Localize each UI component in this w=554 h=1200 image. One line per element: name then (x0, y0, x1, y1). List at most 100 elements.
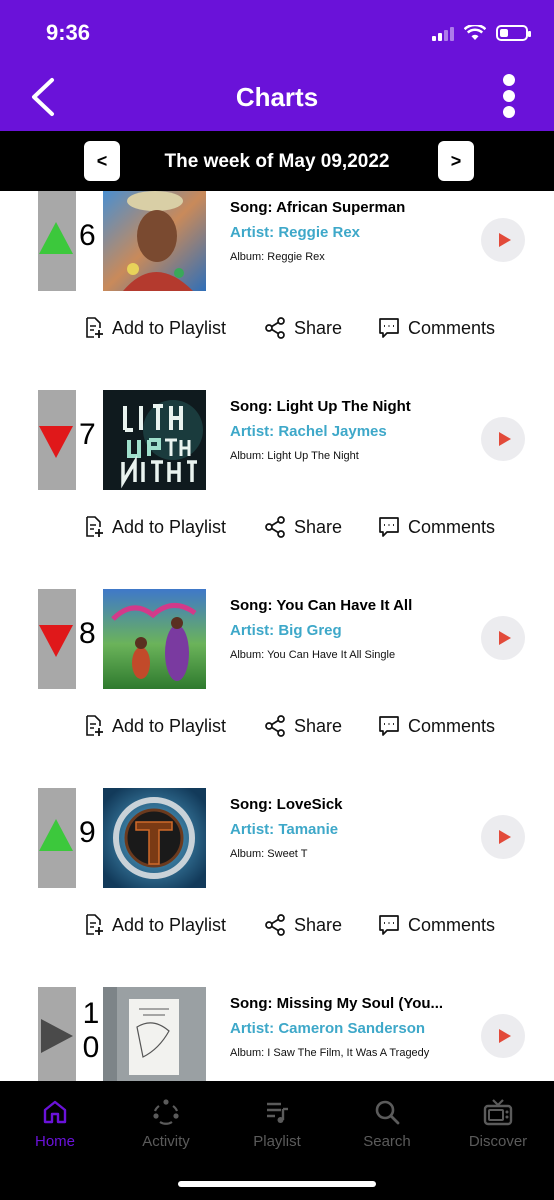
comments-button[interactable]: Comments (378, 914, 495, 936)
song-title: Song: Light Up The Night (230, 398, 411, 415)
trend-same-icon (41, 1019, 73, 1053)
song-title: Song: African Superman (230, 199, 406, 216)
artist-link[interactable]: Artist: Reggie Rex (230, 224, 360, 241)
comments-label: Comments (408, 914, 496, 935)
play-button[interactable] (481, 616, 525, 660)
song-title: Song: LoveSick (230, 796, 343, 813)
add-to-playlist-icon (86, 715, 103, 736)
share-icon (265, 914, 285, 936)
status-time: 9:36 (46, 20, 91, 45)
album-art[interactable] (103, 191, 206, 291)
rank-number: 10 (82, 997, 100, 1064)
rank-indicator (38, 390, 76, 490)
comments-label: Comments (408, 317, 496, 338)
home-icon (43, 1100, 67, 1124)
share-button[interactable]: Share (264, 914, 342, 936)
share-label: Share (294, 715, 343, 736)
page-title: Charts (235, 82, 319, 112)
comments-button[interactable]: Comments (378, 516, 495, 538)
search-icon (375, 1100, 400, 1125)
share-button[interactable]: Share (264, 516, 342, 538)
tab-search[interactable]: Search (337, 1097, 437, 1150)
add-to-playlist-button[interactable]: Add to Playlist (84, 715, 226, 737)
cellular-signal-icon (432, 25, 454, 41)
wifi-icon (464, 25, 486, 40)
home-indicator (178, 1181, 376, 1187)
item-actions: Add to Playlist Share Comments (0, 914, 554, 938)
trend-down-icon (39, 426, 73, 458)
song-title: Song: Missing My Soul (You... (230, 995, 444, 1012)
rank-indicator (38, 191, 76, 291)
battery-icon (496, 25, 531, 41)
comments-label: Comments (408, 715, 496, 736)
album-art[interactable] (103, 390, 206, 490)
play-button[interactable] (481, 815, 525, 859)
trend-up-icon (39, 819, 73, 851)
share-button[interactable]: Share (264, 715, 342, 737)
rank-number: 7 (79, 418, 96, 451)
comments-button[interactable]: Comments (378, 715, 495, 737)
comments-icon (379, 318, 399, 338)
trend-down-icon (39, 625, 73, 657)
artist-link[interactable]: Artist: Tamanie (230, 821, 338, 838)
tab-home[interactable]: Home (5, 1097, 105, 1150)
album-art[interactable] (103, 589, 206, 689)
add-to-playlist-icon (86, 317, 103, 338)
play-button[interactable] (481, 417, 525, 461)
chart-list[interactable]: 6 Song: African Superman Artist: Reggie … (0, 191, 554, 1081)
more-options-button[interactable] (496, 74, 522, 118)
song-title: Song: You Can Have It All (230, 597, 413, 614)
rank-number: 6 (79, 219, 96, 252)
album-art[interactable] (103, 987, 206, 1081)
chart-item: 10 Song: Missing My Soul (You... Artist:… (0, 987, 554, 1081)
add-to-playlist-icon (86, 914, 103, 935)
tab-activity[interactable]: Activity (116, 1097, 216, 1150)
tab-discover[interactable]: Discover (448, 1097, 548, 1150)
album-name: Album: I Saw The Film, It Was A Tragedy (230, 1047, 430, 1059)
tab-search-label: Search (363, 1133, 411, 1150)
add-to-playlist-label: Add to Playlist (112, 914, 227, 935)
comments-label: Comments (408, 516, 496, 537)
share-icon (265, 715, 285, 737)
album-art[interactable] (103, 788, 206, 888)
comments-icon (379, 915, 399, 935)
add-to-playlist-button[interactable]: Add to Playlist (84, 317, 226, 339)
album-name: Album: Sweet T (230, 848, 308, 860)
add-to-playlist-label: Add to Playlist (112, 715, 227, 736)
item-actions: Add to Playlist Share Comments (0, 317, 554, 341)
add-to-playlist-icon (86, 516, 103, 537)
add-to-playlist-button[interactable]: Add to Playlist (84, 516, 226, 538)
item-actions: Add to Playlist Share Comments (0, 516, 554, 540)
comments-icon (379, 517, 399, 537)
tab-playlist[interactable]: Playlist (227, 1097, 327, 1150)
add-to-playlist-label: Add to Playlist (112, 317, 227, 338)
artist-link[interactable]: Artist: Big Greg (230, 622, 342, 639)
chart-item: 8 Song: You Can Have It All Artist: Big … (0, 589, 554, 789)
tab-discover-label: Discover (468, 1133, 528, 1150)
week-selector: < The week of May 09,2022 > (0, 131, 554, 191)
comments-button[interactable]: Comments (378, 317, 495, 339)
album-name: Album: Reggie Rex (230, 251, 325, 263)
next-week-button[interactable]: > (438, 141, 474, 181)
trend-up-icon (39, 222, 73, 254)
chart-item: 9 Song: LoveSick Artist: Tamanie Album: … (0, 788, 554, 988)
share-icon (265, 317, 285, 339)
activity-icon (153, 1099, 179, 1125)
artist-link[interactable]: Artist: Cameron Sanderson (230, 1020, 425, 1037)
artist-link[interactable]: Artist: Rachel Jaymes (230, 423, 387, 440)
status-icons (432, 22, 531, 44)
play-button[interactable] (481, 218, 525, 262)
share-icon (265, 516, 285, 538)
album-name: Album: Light Up The Night (230, 450, 359, 462)
share-label: Share (294, 516, 343, 537)
rank-indicator (38, 589, 76, 689)
chart-item: 7 Song: Light Up The Night Artist: Rache… (0, 390, 554, 590)
tab-activity-label: Activity (142, 1133, 190, 1150)
tv-icon (483, 1099, 513, 1126)
add-to-playlist-button[interactable]: Add to Playlist (84, 914, 226, 936)
rank-number: 9 (79, 816, 96, 849)
play-button[interactable] (481, 1014, 525, 1058)
playlist-icon (267, 1102, 288, 1123)
chart-item: 6 Song: African Superman Artist: Reggie … (0, 191, 554, 391)
share-button[interactable]: Share (264, 317, 342, 339)
